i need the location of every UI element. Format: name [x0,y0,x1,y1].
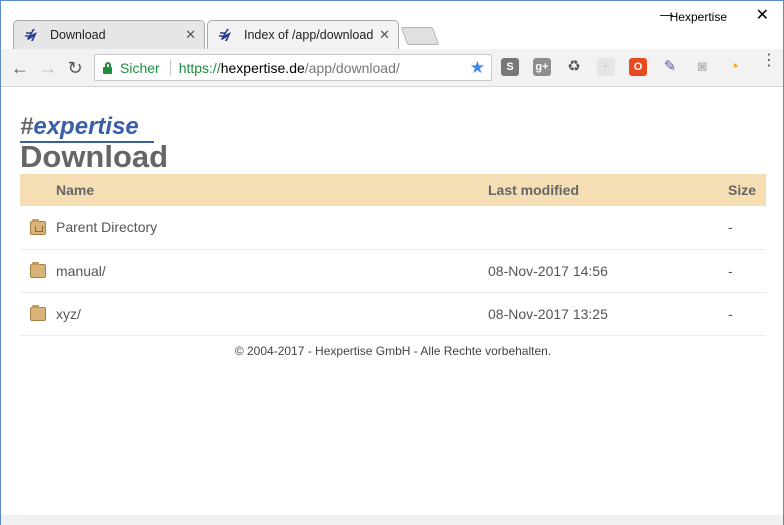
tab-close-icon[interactable]: ✕ [185,27,196,43]
google-plus-extension-icon[interactable]: g+ [533,58,551,76]
window-title: Hexpertise [669,10,727,24]
page-title: Download [20,139,169,174]
tab-index-of-app-download[interactable]: Index of /app/download ✕ [207,20,399,49]
folder-link[interactable]: xyz/ [56,292,488,335]
header-size[interactable]: Size [728,174,766,206]
address-bar[interactable]: Sicher https:// hexpertise.de /app/downl… [94,54,492,81]
parent-directory-link[interactable]: Parent Directory [56,206,488,249]
browser-toolbar: ← → ↻ Sicher https:// hexpertise.de /app… [1,49,783,87]
parent-folder-icon [30,218,46,235]
folder-link[interactable]: manual/ [56,249,488,292]
header-name[interactable]: Name [56,174,488,206]
folder-icon [30,262,46,278]
office-extension-icon[interactable]: O [629,58,647,76]
blocked-extension-icon[interactable]: · [597,58,615,76]
back-button[interactable]: ← [9,57,31,79]
row-icon-cell [20,249,56,292]
row-icon-cell [20,206,56,249]
security-label: Sicher [120,59,160,76]
logo-text: expertise [33,113,139,140]
hexpertise-favicon-icon [25,29,37,41]
table-header-row: Name Last modified Size [20,174,766,206]
row-size: - [728,262,733,279]
logo-hash: # [20,113,34,140]
window-close-button[interactable]: ✕ [756,5,769,25]
title-bar: — Hexpertise ✕ Download ✕ Index of /app/… [1,1,783,49]
tab-label: Index of /app/download [244,28,374,42]
lock-icon [103,61,112,74]
row-modified: 08-Nov-2017 14:56 [488,262,608,279]
copyright-footer: © 2004-2017 - Hexpertise GmbH - Alle Rec… [234,344,552,358]
folder-icon [30,305,46,321]
row-size: - [728,219,733,236]
camera-extension-icon[interactable]: ◙ [693,58,711,76]
header-icon-cell [20,174,56,206]
reload-button[interactable]: ↻ [64,57,86,79]
eyedropper-extension-icon[interactable]: ✎ [661,58,679,76]
table-row: manual/ 08-Nov-2017 14:56 - [20,249,766,292]
url-scheme: https:// [178,59,221,76]
bottom-status-strip [1,515,783,525]
speed-dial-extension-icon[interactable]: ◔ [725,58,743,76]
tab-download[interactable]: Download ✕ [13,20,205,49]
header-last-modified[interactable]: Last modified [488,174,728,206]
url-host: hexpertise.de [220,59,305,76]
s-extension-icon[interactable]: S [501,58,519,76]
row-modified: 08-Nov-2017 13:25 [488,305,608,322]
row-size: - [728,305,733,322]
tab-close-icon[interactable]: ✕ [379,27,390,43]
tab-label: Download [50,28,106,42]
bookmark-star-icon[interactable]: ★ [470,58,485,78]
browser-menu-button[interactable]: ⋮ [761,53,777,69]
hexpertise-favicon-icon [219,29,231,41]
address-separator [169,59,171,76]
hexpertise-logo[interactable]: #expertise [20,113,139,141]
table-row: xyz/ 08-Nov-2017 13:25 - [20,292,766,335]
row-modified [488,206,728,249]
row-icon-cell [20,292,56,335]
new-tab-button[interactable] [400,27,440,45]
file-listing-table: Name Last modified Size Parent Directory… [20,174,766,336]
browser-window: — Hexpertise ✕ Download ✕ Index of /app/… [0,0,784,525]
table-row: Parent Directory - [20,206,766,249]
recycle-extension-icon[interactable]: ♻ [565,58,583,76]
forward-button[interactable]: → [37,57,59,79]
url-path: /app/download/ [304,59,400,76]
